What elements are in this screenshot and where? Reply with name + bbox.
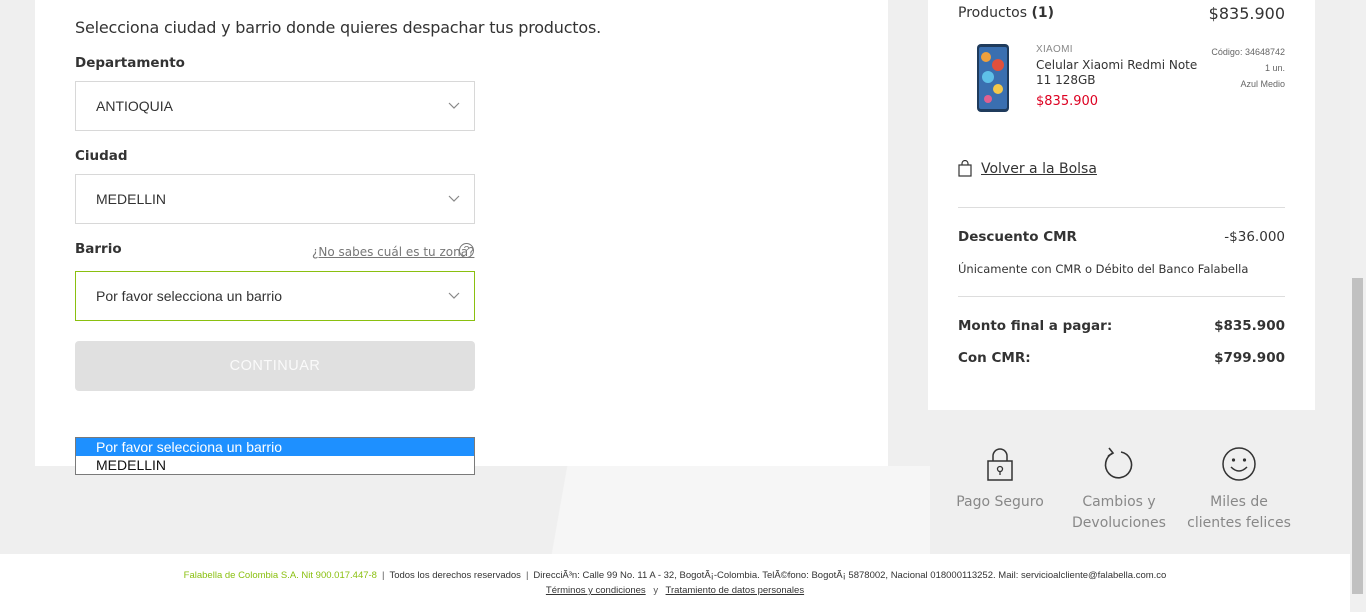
final-label: Monto final a pagar:: [958, 318, 1113, 334]
terms-link[interactable]: Términos y condiciones: [546, 585, 646, 596]
barrio-select[interactable]: Por favor selecciona un barrio: [75, 271, 475, 321]
dropdown-option[interactable]: Por favor selecciona un barrio: [76, 438, 474, 456]
badge-happy-customers: Miles de clientes felices: [1184, 446, 1294, 534]
product-price: $835.900: [1036, 94, 1099, 109]
cmr-label: Con CMR:: [958, 350, 1031, 366]
dropdown-option[interactable]: MEDELLIN: [76, 456, 474, 474]
products-total: $835.900: [1208, 4, 1285, 23]
zone-help-link[interactable]: ¿No sabes cuál es tu zona?: [312, 245, 474, 259]
badge-label: Cambios y Devoluciones: [1072, 494, 1166, 531]
product-meta: Código: 34648742 1 un. Azul Medio: [1211, 44, 1285, 92]
scrollbar[interactable]: [1350, 0, 1366, 612]
product-color: Azul Medio: [1240, 79, 1285, 89]
ciudad-select[interactable]: MEDELLIN: [75, 174, 475, 224]
shopping-bag-icon: [958, 160, 972, 177]
footer-company: Falabella de Colombia S.A. Nit 900.017.4…: [183, 570, 377, 581]
departamento-value: ANTIOQUIA: [96, 98, 174, 114]
footer-rights: Todos los derechos reservados: [389, 570, 521, 581]
footer-address: DirecciÃ³n: Calle 99 No. 11 A - 32, Bogo…: [533, 570, 1167, 581]
final-value: $835.900: [1214, 318, 1285, 334]
footer-and: y: [653, 585, 659, 596]
barrio-value: Por favor selecciona un barrio: [96, 288, 282, 304]
back-to-bag[interactable]: Volver a la Bolsa: [958, 160, 1097, 177]
shipping-form-card: Selecciona ciudad y barrio donde quieres…: [35, 0, 888, 466]
cmr-amount-row: Con CMR: $799.900: [958, 350, 1285, 366]
final-amount-row: Monto final a pagar: $835.900: [958, 318, 1285, 334]
background-decoration: [500, 466, 930, 554]
ciudad-value: MEDELLIN: [96, 191, 167, 207]
ciudad-label: Ciudad: [75, 148, 128, 164]
order-summary-card: Productos (1) $835.900 XIAOMI Celular Xi…: [928, 0, 1315, 410]
badge-label: Pago Seguro: [956, 494, 1044, 510]
discount-value: -$36.000: [1224, 229, 1285, 245]
chevron-down-icon: [448, 102, 460, 109]
departamento-label: Departamento: [75, 55, 185, 71]
barrio-label: Barrio: [75, 241, 122, 257]
cmr-value: $799.900: [1214, 350, 1285, 366]
chevron-down-icon: [448, 195, 460, 202]
products-count: (1): [1031, 5, 1055, 21]
footer: Falabella de Colombia S.A. Nit 900.017.4…: [0, 554, 1350, 612]
product-image: [977, 44, 1009, 112]
chevron-down-icon: [448, 292, 460, 299]
back-to-bag-link[interactable]: Volver a la Bolsa: [981, 161, 1097, 177]
refresh-icon: [1104, 447, 1133, 479]
product-qty: 1 un.: [1264, 63, 1285, 73]
badge-secure-payment: Pago Seguro: [945, 446, 1055, 513]
discount-row: Descuento CMR -$36.000: [958, 229, 1285, 245]
product-code: Código: 34648742: [1211, 47, 1285, 57]
continue-button[interactable]: CONTINUAR: [75, 341, 475, 391]
badge-returns: Cambios y Devoluciones: [1064, 446, 1174, 534]
badge-label: Miles de clientes felices: [1187, 494, 1291, 531]
product-brand: XIAOMI: [1036, 44, 1073, 55]
discount-label: Descuento CMR: [958, 229, 1077, 245]
products-title: Productos (1): [958, 5, 1055, 21]
discount-note: Únicamente con CMR o Débito del Banco Fa…: [958, 262, 1249, 276]
product-name: Celular Xiaomi Redmi Note 11 128GB: [1036, 58, 1198, 87]
privacy-link[interactable]: Tratamiento de datos personales: [666, 585, 805, 596]
lock-icon: [987, 448, 1013, 481]
form-intro: Selecciona ciudad y barrio donde quieres…: [75, 18, 601, 37]
smiley-icon: [1222, 447, 1256, 481]
scrollbar-thumb[interactable]: [1352, 278, 1363, 594]
barrio-dropdown-list: Por favor selecciona un barrio MEDELLIN: [75, 437, 475, 475]
divider: [958, 296, 1285, 297]
departamento-select[interactable]: ANTIOQUIA: [75, 81, 475, 131]
divider: [958, 207, 1285, 208]
question-icon[interactable]: ?: [459, 243, 474, 258]
